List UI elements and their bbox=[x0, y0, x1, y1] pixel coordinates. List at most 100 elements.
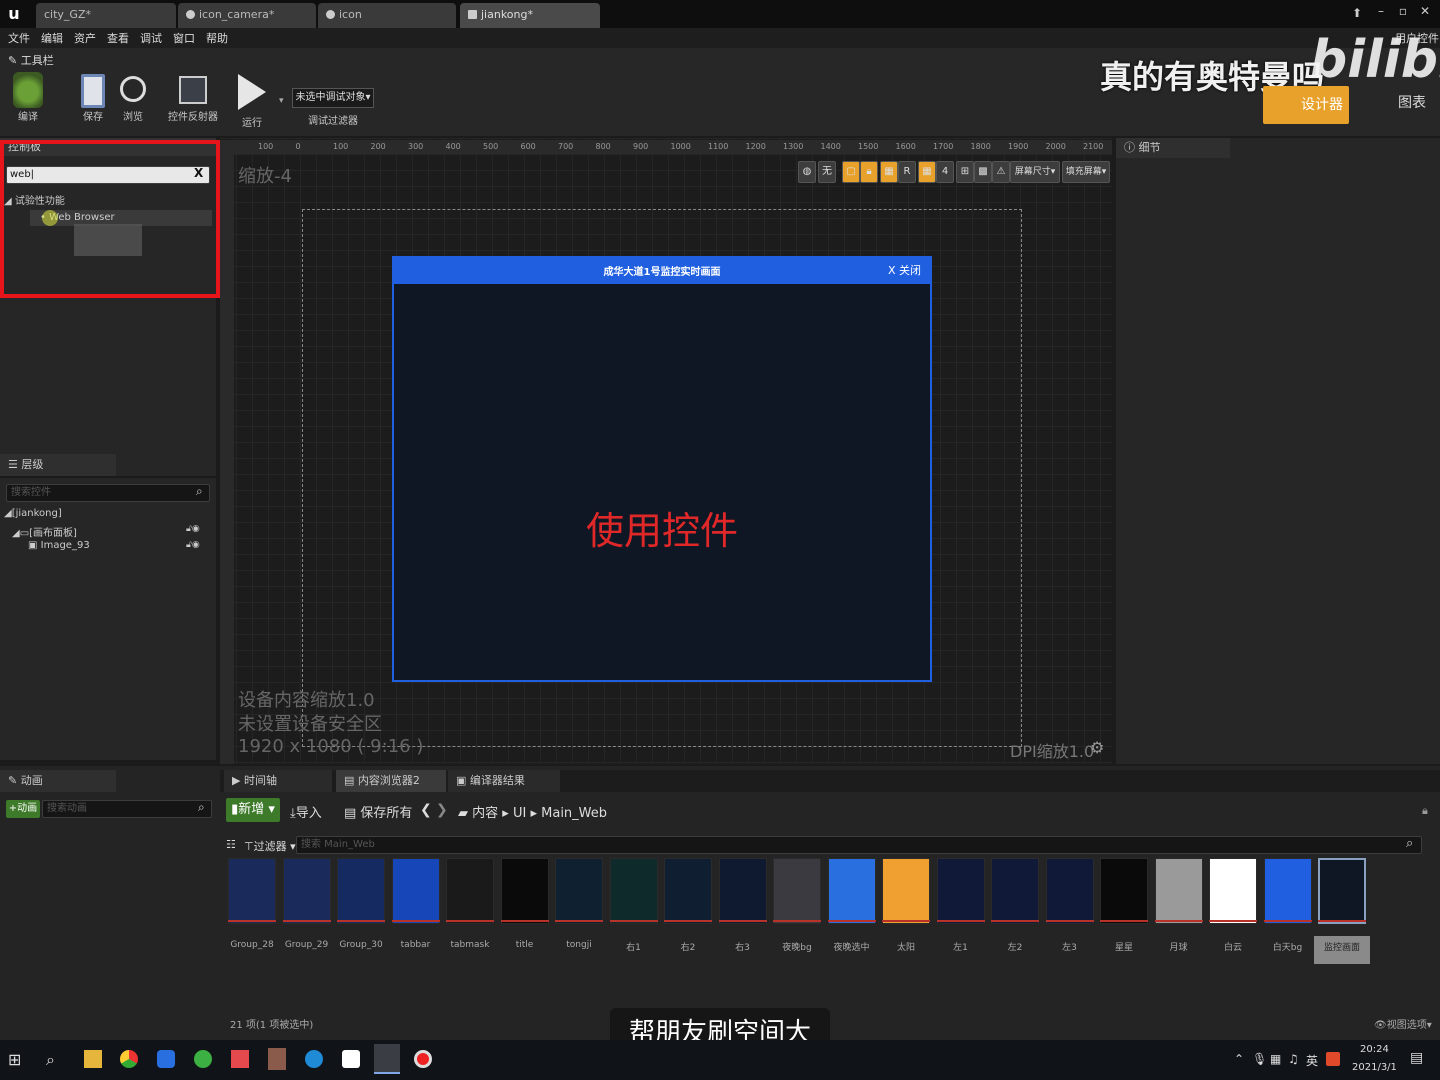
asset-thumbnail[interactable] bbox=[827, 858, 876, 924]
chrome-icon[interactable] bbox=[120, 1050, 138, 1068]
popup-close-button[interactable]: X 关闭 bbox=[888, 262, 921, 278]
minimize-button[interactable]: – bbox=[1370, 2, 1392, 20]
run-button[interactable]: 运行 bbox=[232, 72, 272, 132]
tab-icon[interactable]: icon bbox=[318, 3, 456, 28]
tab-timeline[interactable]: ▶ 时间轴 bbox=[224, 770, 332, 792]
restore-button[interactable]: ▫ bbox=[1392, 2, 1414, 20]
globe-icon[interactable]: ◍ bbox=[798, 161, 816, 183]
tab-jiankong[interactable]: jiankong* bbox=[460, 3, 600, 28]
menu-edit[interactable]: 编辑 bbox=[41, 30, 63, 46]
lock-icon[interactable]: 🔓︎◉ bbox=[186, 524, 200, 534]
hierarchy-canvas[interactable]: ◢▭[画布面板] bbox=[12, 524, 77, 539]
dpi-settings-gear-icon[interactable]: ⚙ bbox=[1090, 738, 1104, 757]
asset-thumbnail[interactable] bbox=[391, 858, 440, 924]
unreal-logo-icon[interactable]: u bbox=[2, 2, 26, 26]
asset-thumbnail[interactable] bbox=[555, 858, 603, 924]
asset-label[interactable]: tabmask bbox=[442, 940, 498, 950]
no-localization-button[interactable]: 无 bbox=[818, 161, 836, 183]
grid-toggle[interactable]: ▦ bbox=[880, 161, 898, 183]
asset-label[interactable]: 右2 bbox=[660, 940, 716, 953]
grid-snap-toggle[interactable]: ▦ bbox=[918, 161, 936, 183]
asset-thumbnail[interactable] bbox=[1100, 858, 1148, 924]
qq-browser-icon[interactable] bbox=[157, 1050, 175, 1068]
taskbar-time[interactable]: 20:24 bbox=[1360, 1044, 1389, 1055]
tab-compiler-results[interactable]: ▣ 编译器结果 bbox=[448, 770, 560, 792]
asset-thumbnail[interactable] bbox=[991, 858, 1039, 924]
asset-thumbnail[interactable] bbox=[228, 858, 276, 924]
taskbar-date[interactable]: 2021/3/1 bbox=[1352, 1062, 1397, 1073]
asset-thumbnail[interactable] bbox=[718, 858, 767, 924]
asset-label[interactable]: 太阳 bbox=[878, 940, 934, 953]
grid-size-button[interactable]: 4 bbox=[936, 161, 954, 183]
lock-toggle-icon[interactable]: 🔒︎ bbox=[860, 161, 878, 183]
menu-asset[interactable]: 资产 bbox=[74, 30, 96, 46]
filter-button[interactable]: ⊤过滤器 ▾ bbox=[244, 838, 296, 854]
speaker-icon[interactable]: ♫ bbox=[1288, 1052, 1299, 1066]
asset-label[interactable]: 月球 bbox=[1151, 940, 1207, 953]
asset-label[interactable]: 左2 bbox=[987, 940, 1043, 953]
snap-toggle[interactable]: ▢ bbox=[842, 161, 860, 183]
wechat-icon[interactable] bbox=[194, 1050, 212, 1068]
asset-thumbnail[interactable] bbox=[1154, 858, 1203, 924]
tray-chevron-icon[interactable]: ⌃ bbox=[1234, 1052, 1244, 1066]
asset-thumbnail[interactable] bbox=[1045, 858, 1094, 924]
menu-window[interactable]: 窗口 bbox=[173, 30, 195, 46]
visibility-icon[interactable]: 🔓︎◉ bbox=[186, 540, 200, 550]
sources-toggle-icon[interactable]: ☷ bbox=[226, 838, 236, 851]
monitor-popup[interactable] bbox=[392, 256, 932, 682]
animation-search-input[interactable]: 搜索动画 bbox=[42, 800, 212, 818]
asset-label[interactable]: 白云 bbox=[1205, 940, 1261, 953]
asset-label[interactable]: 白天bg bbox=[1260, 940, 1316, 953]
asset-thumbnail[interactable] bbox=[609, 858, 658, 924]
breadcrumb-ui[interactable]: UI bbox=[513, 806, 526, 821]
graph-mode-button[interactable]: 图表 bbox=[1398, 92, 1426, 112]
asset-label[interactable]: tongji bbox=[551, 940, 607, 950]
search-icon[interactable]: ⌕ bbox=[46, 1050, 55, 1070]
widget-reflector-button[interactable]: 控件反射器 bbox=[166, 72, 220, 132]
asset-thumbnail[interactable] bbox=[500, 858, 549, 924]
asset-label[interactable]: 右1 bbox=[606, 940, 662, 953]
game-app-icon[interactable] bbox=[268, 1048, 286, 1070]
network-app-icon[interactable] bbox=[342, 1050, 360, 1068]
image-preview-icon[interactable]: ▩ bbox=[974, 161, 992, 183]
windows-start-icon[interactable]: ⊞ bbox=[8, 1050, 21, 1069]
microphone-icon[interactable]: 🎙︎ bbox=[1252, 1052, 1267, 1066]
asset-thumbnail[interactable] bbox=[1209, 858, 1257, 924]
notification-icon[interactable]: ▤ bbox=[1410, 1050, 1423, 1066]
debug-object-select[interactable]: 未选中调试对象▾ bbox=[292, 88, 374, 108]
fit-icon[interactable]: ⊞ bbox=[956, 161, 974, 183]
hierarchy-tab[interactable]: ☰ 层级 bbox=[0, 454, 116, 476]
save-all-button[interactable]: ▤ 保存所有 bbox=[344, 802, 412, 821]
asset-label[interactable]: 星星 bbox=[1096, 940, 1152, 953]
ime-indicator[interactable]: 英 bbox=[1306, 1052, 1318, 1069]
add-animation-button[interactable]: +动画 bbox=[6, 800, 40, 818]
asset-thumbnail[interactable] bbox=[1318, 858, 1366, 924]
pin-icon[interactable]: ⬆ bbox=[1346, 4, 1368, 22]
menu-help[interactable]: 帮助 bbox=[206, 30, 228, 46]
breadcrumb-main-web[interactable]: Main_Web bbox=[541, 806, 607, 821]
run-options-chevron-icon[interactable]: ▾ bbox=[279, 96, 284, 106]
details-tab[interactable]: ⓘ 细节 bbox=[1116, 138, 1230, 158]
screen-size-dropdown[interactable]: 屏幕尺寸▾ bbox=[1010, 161, 1060, 183]
view-options-button[interactable]: 👁︎视图选项▾ bbox=[1374, 1016, 1432, 1031]
record-icon[interactable] bbox=[414, 1050, 432, 1068]
save-button[interactable]: 保存 bbox=[74, 72, 112, 132]
design-app-icon[interactable] bbox=[231, 1050, 249, 1068]
asset-label[interactable]: 夜晚bg bbox=[769, 940, 825, 953]
network-tray-icon[interactable]: ▦ bbox=[1270, 1052, 1281, 1066]
asset-label[interactable]: Group_30 bbox=[333, 940, 389, 950]
compile-button[interactable]: 编译 bbox=[6, 72, 50, 132]
asset-label[interactable]: title bbox=[497, 940, 553, 950]
asset-label[interactable]: 监控画面 bbox=[1314, 936, 1370, 964]
warning-icon[interactable]: ⚠ bbox=[992, 161, 1010, 183]
asset-thumbnail[interactable] bbox=[664, 858, 712, 924]
tab-city[interactable]: city_GZ* bbox=[36, 3, 176, 28]
menu-view[interactable]: 查看 bbox=[107, 30, 129, 46]
unreal-taskbar-icon[interactable] bbox=[374, 1044, 400, 1074]
file-explorer-icon[interactable] bbox=[84, 1050, 102, 1068]
hierarchy-image[interactable]: ▣ Image_93 bbox=[28, 540, 90, 551]
breadcrumb-content[interactable]: 内容 bbox=[472, 806, 498, 821]
new-asset-button[interactable]: ▮新增 ▾ bbox=[226, 798, 280, 822]
asset-label[interactable]: tabbar bbox=[388, 940, 444, 950]
sogou-ime-icon[interactable] bbox=[1326, 1052, 1340, 1066]
